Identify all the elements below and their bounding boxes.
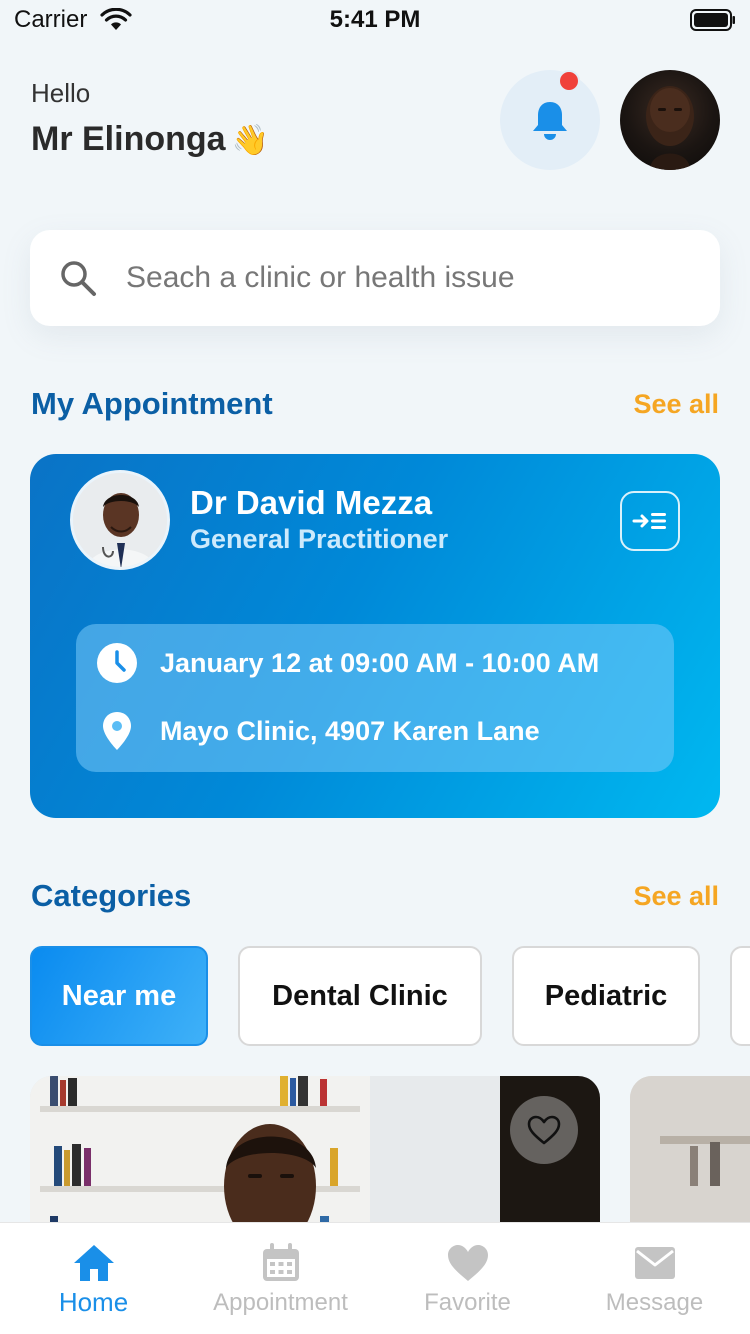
search-icon (61, 261, 96, 296)
doctor-specialty: General Practitioner (190, 524, 449, 554)
categories-see-all-link[interactable]: See all (633, 881, 719, 912)
appointment-details-button[interactable] (620, 491, 680, 551)
mail-icon (634, 1247, 675, 1279)
location-pin-icon (103, 712, 131, 750)
tab-home[interactable]: Home (0, 1223, 187, 1334)
doctor-portrait (73, 473, 167, 567)
heart-outline-icon (527, 1115, 561, 1145)
tab-favorite-label: Favorite (424, 1289, 511, 1316)
notification-button[interactable] (500, 70, 600, 170)
category-chip-near-me[interactable]: Near me (30, 946, 208, 1046)
bottom-tab-bar: Home Appointment Favorite Message (0, 1222, 750, 1334)
appointment-datetime-row: January 12 at 09:00 AM - 10:00 AM (96, 642, 599, 684)
heart-icon (447, 1245, 488, 1281)
search-input[interactable] (126, 254, 686, 302)
tab-appointment-label: Appointment (213, 1289, 348, 1316)
user-avatar-portrait (646, 86, 694, 170)
categories-section-title: Categories (31, 878, 192, 913)
clock-icon (97, 643, 137, 683)
battery-icon (690, 9, 735, 31)
appointment-datetime: January 12 at 09:00 AM - 10:00 AM (160, 647, 600, 678)
greeting-text: Hello (31, 78, 91, 108)
tab-home-label: Home (58, 1287, 129, 1317)
category-chips: Near me Dental Clinic Pediatric (30, 946, 750, 1046)
category-chip-pediatric[interactable]: Pediatric (512, 946, 700, 1046)
notification-badge (558, 70, 580, 92)
home-icon (73, 1245, 114, 1281)
tab-message[interactable]: Message (561, 1223, 748, 1334)
bell-icon (533, 102, 567, 140)
user-name-text: Mr Elinonga (31, 120, 226, 158)
user-name: Mr Elinonga 👋 (31, 120, 269, 159)
appointment-info-panel: January 12 at 09:00 AM - 10:00 AM Mayo C… (76, 624, 674, 772)
calendar-icon (262, 1243, 299, 1281)
arrow-list-icon (632, 513, 666, 529)
favorite-button[interactable] (510, 1096, 578, 1164)
tab-message-label: Message (605, 1289, 704, 1316)
category-chip-partial[interactable] (730, 946, 750, 1046)
category-chip-dental-clinic[interactable]: Dental Clinic (238, 946, 482, 1046)
appointment-location-row: Mayo Clinic, 4907 Karen Lane (96, 710, 540, 752)
search-box[interactable] (30, 230, 720, 326)
appointments-section-title: My Appointment (31, 386, 273, 421)
appointment-location: Mayo Clinic, 4907 Karen Lane (160, 715, 540, 746)
tab-favorite[interactable]: Favorite (374, 1223, 561, 1334)
appointments-see-all-link[interactable]: See all (633, 389, 719, 420)
avatar[interactable] (620, 70, 720, 170)
waving-hand-icon: 👋 (231, 124, 269, 157)
doctor-name: Dr David Mezza (190, 484, 433, 521)
home-screen: Carrier 5:41 PM Hello Mr Elinonga 👋 Seac… (0, 0, 750, 1334)
tab-appointment[interactable]: Appointment (187, 1223, 374, 1334)
status-time: 5:41 PM (329, 6, 421, 33)
doctor-photo (70, 470, 170, 570)
appointment-card[interactable]: Dr David Mezza General Practitioner Janu… (30, 454, 720, 818)
status-bar: Carrier 5:41 PM (0, 0, 750, 40)
